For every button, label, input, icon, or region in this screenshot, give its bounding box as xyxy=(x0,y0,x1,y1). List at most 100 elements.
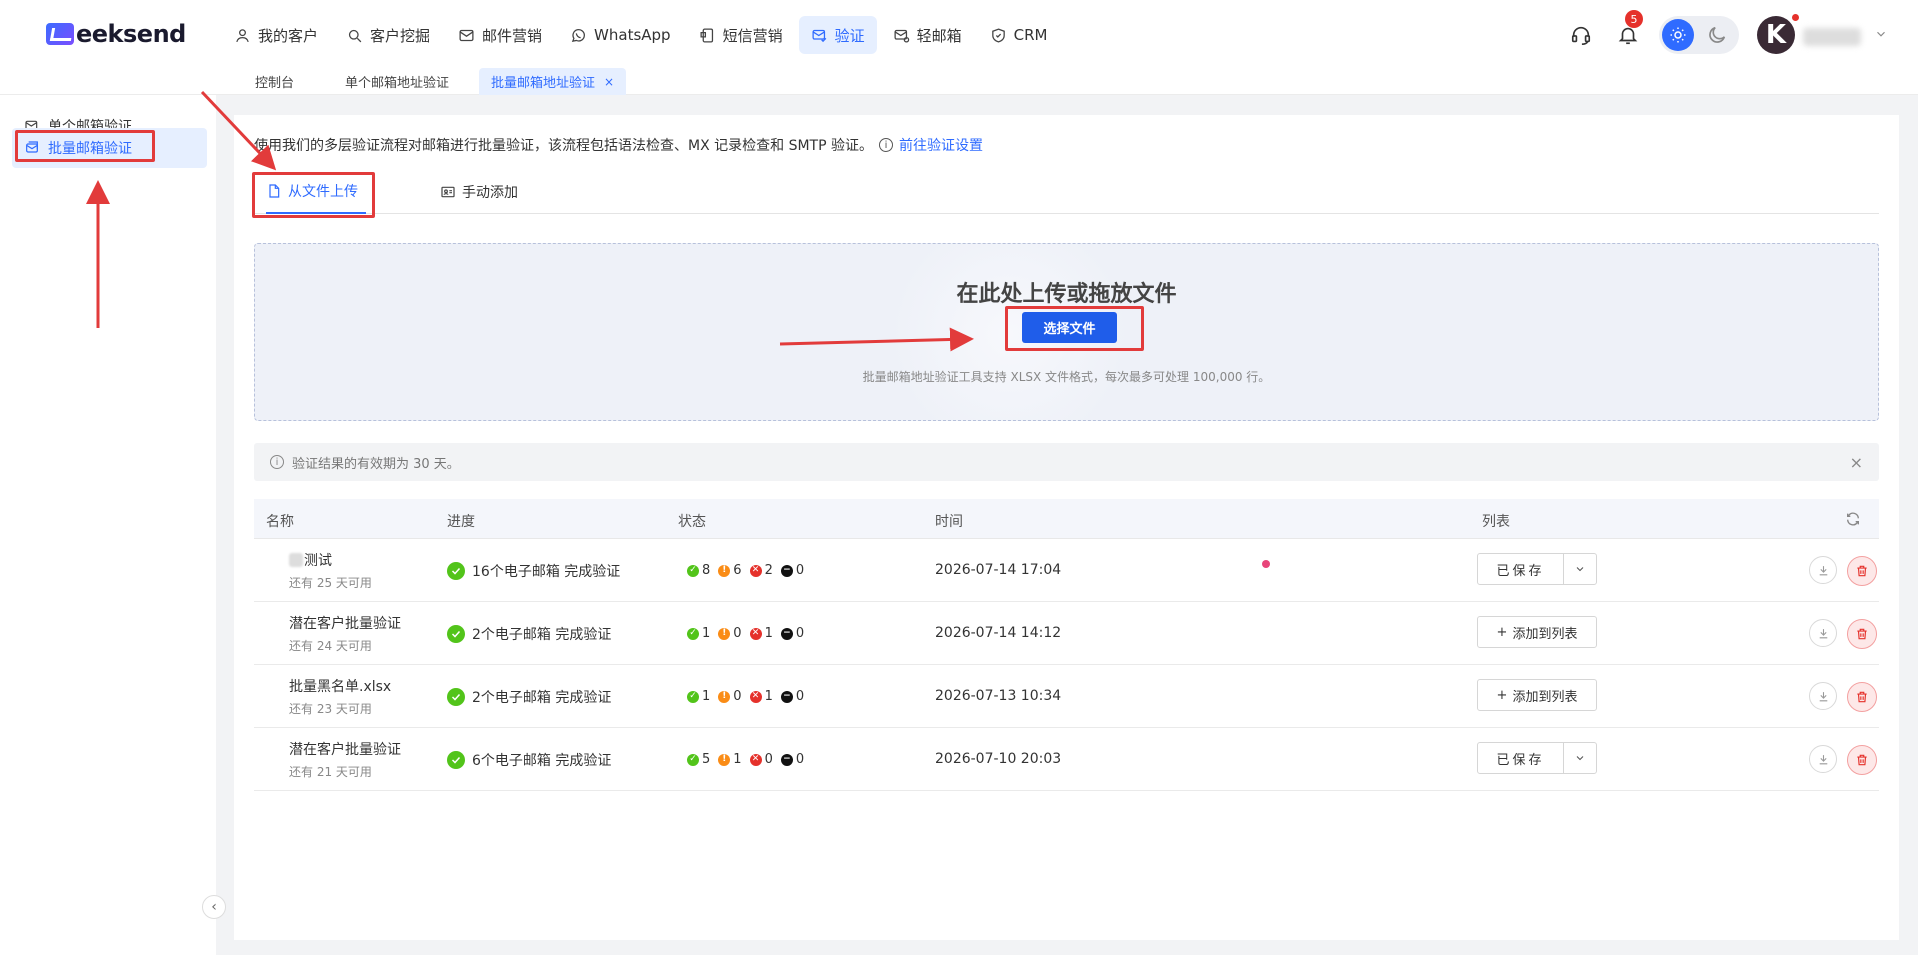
nav-item-light-mailbox[interactable]: 轻邮箱 xyxy=(881,16,974,54)
chevron-down-icon[interactable] xyxy=(1874,27,1888,41)
row-status: ✓ 1 ! 0 ✕ 1 −0 xyxy=(687,626,804,641)
count-unknown: 0 xyxy=(795,689,805,704)
delete-button[interactable] xyxy=(1847,682,1877,712)
headset-icon[interactable] xyxy=(1570,24,1592,46)
download-button[interactable] xyxy=(1809,745,1837,773)
delete-button[interactable] xyxy=(1847,556,1877,586)
geeksend-logo[interactable]: eeksend xyxy=(46,20,186,48)
tab-dashboard[interactable]: 控制台 xyxy=(243,68,306,95)
plus-icon: + xyxy=(1496,624,1508,640)
minus-icon: − xyxy=(780,690,793,703)
intro-text: 使用我们的多层验证流程对邮箱进行批量验证，该流程包括语法检查、MX 记录检查和 … xyxy=(254,138,873,154)
tab-manual-add[interactable]: 手动添加 xyxy=(440,170,518,214)
info-icon: i xyxy=(270,455,284,469)
close-icon[interactable]: × xyxy=(1850,453,1863,472)
add-to-list-button[interactable]: + 添加到列表 xyxy=(1477,616,1597,648)
nav-item-prospecting[interactable]: 客户挖掘 xyxy=(334,16,442,54)
username-blurred[interactable] xyxy=(1803,28,1861,46)
status-invalid: ✕ 1 xyxy=(749,689,773,704)
mail-icon xyxy=(459,29,474,41)
chevron-down-icon[interactable] xyxy=(1564,743,1596,773)
annotation-box-upload-tab xyxy=(252,172,375,218)
row-status: ✓ 5 ! 1 ✕ 0 −0 xyxy=(687,752,804,767)
saved-label[interactable]: 已保存 xyxy=(1478,554,1564,584)
trash-icon xyxy=(1857,628,1867,640)
nav-item-crm[interactable]: CRM xyxy=(978,16,1060,54)
count-unknown: 0 xyxy=(795,626,805,641)
nav-item-my-customers[interactable]: 我的客户 xyxy=(222,16,330,54)
nav-label: CRM xyxy=(1013,26,1048,44)
minus-icon: − xyxy=(780,564,793,577)
count-valid: 1 xyxy=(702,626,711,641)
check-icon: ✓ xyxy=(687,627,699,640)
tab-label: 手动添加 xyxy=(462,185,518,201)
row-name: 潜在客户批量验证 xyxy=(289,616,401,632)
check-icon: ✓ xyxy=(687,753,699,766)
row-name: 潜在客户批量验证 xyxy=(289,742,401,758)
user-icon xyxy=(236,28,249,42)
nav-item-verify[interactable]: 验证 xyxy=(798,16,877,54)
sidebar-collapse-button[interactable]: ‹ xyxy=(202,895,226,919)
upload-method-tabs: 从文件上传 手动添加 xyxy=(254,170,1879,214)
logo-text: eeksend xyxy=(76,20,186,48)
row-status: ✓ 1 ! 0 ✕ 1 −0 xyxy=(687,689,804,704)
status-valid: ✓ 1 xyxy=(687,689,710,704)
name-blurred-prefix xyxy=(289,553,303,567)
annotation-box-choose-file xyxy=(1005,306,1144,351)
main-nav: 我的客户 客户挖掘 邮件营销 WhatsApp 短信营销 验证 轻邮箱 CRM xyxy=(222,16,1059,54)
verify-mail-icon xyxy=(812,29,826,42)
nav-item-sms-marketing[interactable]: 短信营销 xyxy=(687,16,795,54)
download-button[interactable] xyxy=(1809,619,1837,647)
moon-icon[interactable] xyxy=(1706,24,1728,46)
refresh-icon[interactable] xyxy=(1845,511,1861,527)
nav-item-email-marketing[interactable]: 邮件营销 xyxy=(446,16,554,54)
close-icon[interactable]: × xyxy=(604,75,614,89)
row-expiry: 还有 25 天可用 xyxy=(289,576,372,590)
row-name: 测试 xyxy=(289,550,332,570)
download-button[interactable] xyxy=(1809,682,1837,710)
cursor-indicator-dot xyxy=(1262,560,1270,568)
row-expiry: 还有 21 天可用 xyxy=(289,765,372,779)
col-status: 状态 xyxy=(678,514,706,530)
notice-text: 验证结果的有效期为 30 天。 xyxy=(292,456,460,472)
saved-label[interactable]: 已保存 xyxy=(1478,743,1564,773)
warning-icon: ! xyxy=(718,690,731,703)
nav-label: 轻邮箱 xyxy=(916,26,962,45)
nav-label: WhatsApp xyxy=(594,26,671,44)
validity-notice: i 验证结果的有效期为 30 天。 × xyxy=(254,443,1879,481)
verify-settings-link[interactable]: 前往验证设置 xyxy=(899,135,983,155)
nav-item-whatsapp[interactable]: WhatsApp xyxy=(558,16,683,54)
count-invalid: 1 xyxy=(764,689,773,704)
tab-single-verify[interactable]: 单个邮箱地址验证 xyxy=(333,68,461,95)
count-invalid: 1 xyxy=(764,626,773,641)
theme-toggle[interactable] xyxy=(1659,16,1739,54)
status-valid: ✓ 5 xyxy=(687,752,710,767)
download-button[interactable] xyxy=(1809,556,1837,584)
count-invalid: 2 xyxy=(764,563,773,578)
tab-label: 单个邮箱地址验证 xyxy=(345,76,450,91)
avatar[interactable]: K xyxy=(1757,16,1795,54)
whatsapp-icon xyxy=(571,28,586,42)
saved-split-button[interactable]: 已保存 xyxy=(1477,742,1597,774)
x-icon: ✕ xyxy=(749,753,762,766)
nav-label: 短信营销 xyxy=(722,26,783,45)
warning-icon: ! xyxy=(718,627,731,640)
tab-bulk-verify[interactable]: 批量邮箱地址验证 × xyxy=(479,68,627,95)
status-invalid: ✕ 0 xyxy=(749,752,773,767)
check-icon: ✓ xyxy=(687,564,699,577)
delete-button[interactable] xyxy=(1847,619,1877,649)
sun-icon[interactable] xyxy=(1662,19,1694,51)
chevron-down-icon[interactable] xyxy=(1564,554,1596,584)
saved-split-button[interactable]: 已保存 xyxy=(1477,553,1597,585)
table-row: 潜在客户批量验证 还有 24 天可用 2个电子邮箱 完成验证 ✓ 1 ! 0 ✕ 1 … xyxy=(254,602,1879,665)
search-icon xyxy=(348,29,362,42)
table-row: 测试 还有 25 天可用 16个电子邮箱 完成验证 ✓ 8 ! 6 ✕ 2 −0 20… xyxy=(254,539,1879,602)
delete-button[interactable] xyxy=(1847,745,1877,775)
avatar-status-dot xyxy=(1792,14,1799,21)
progress-text: 16个电子邮箱 完成验证 xyxy=(472,564,621,580)
add-to-list-button[interactable]: + 添加到列表 xyxy=(1477,679,1597,711)
col-time: 时间 xyxy=(935,514,963,530)
row-expiry: 还有 24 天可用 xyxy=(289,639,372,653)
minus-icon: − xyxy=(780,627,793,640)
count-risky: 1 xyxy=(733,752,742,767)
